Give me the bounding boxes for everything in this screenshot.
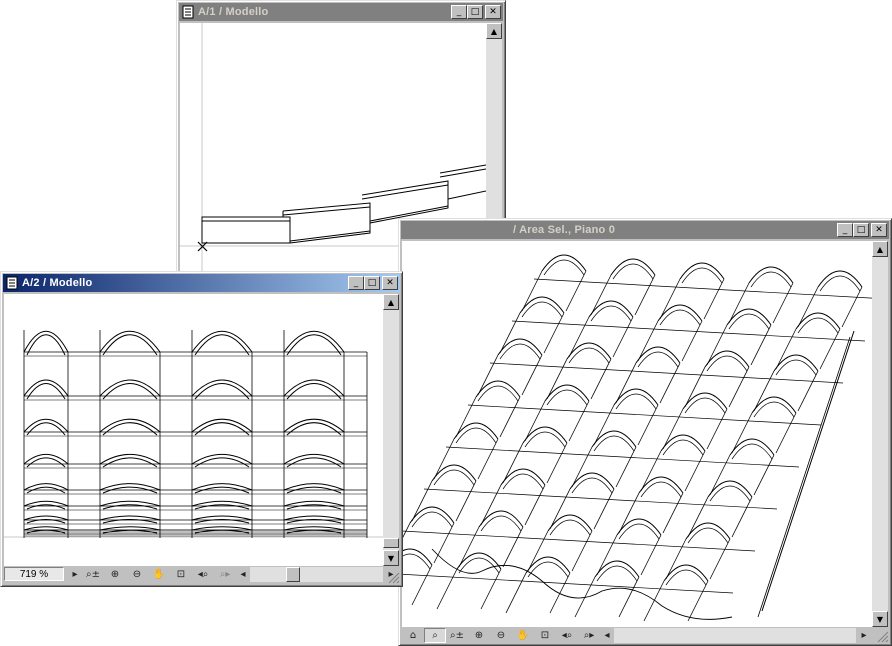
- zoom-out-icon[interactable]: ⊖: [490, 628, 512, 643]
- zoom-menu-icon[interactable]: ⌕±: [82, 567, 104, 582]
- zoom-window-icon[interactable]: ⌕: [424, 627, 446, 643]
- zoom-menu-icon[interactable]: ⌕±: [446, 628, 468, 643]
- resize-grip[interactable]: [386, 570, 400, 584]
- next-zoom-icon[interactable]: ⌕▸: [578, 628, 600, 643]
- maximize-button[interactable]: □: [364, 276, 380, 290]
- window-a2-titlebar[interactable]: A/2 / Modello _ □ ✕: [3, 274, 400, 292]
- window-a1-titlebar[interactable]: A/1 / Modello _ □ ✕: [179, 3, 503, 21]
- close-button[interactable]: ✕: [485, 5, 501, 19]
- document-icon: [182, 5, 194, 19]
- 3d-navigation-toolbar: ⌂ ⌕ ⌕± ⊕ ⊖ ✋ ⊡ ◂⌕ ⌕▸ ◂ ▸: [402, 627, 872, 643]
- zoom-level-field[interactable]: 719 %: [4, 567, 64, 581]
- zoom-in-icon[interactable]: ⊕: [104, 567, 126, 582]
- 3d-canvas[interactable]: [402, 241, 872, 627]
- scroll-left-icon[interactable]: ◂: [600, 628, 614, 643]
- 3d-vertical-scrollbar[interactable]: ▲ ▼: [872, 241, 888, 627]
- maximize-button[interactable]: □: [853, 223, 869, 237]
- close-button[interactable]: ✕: [382, 276, 398, 290]
- zoom-in-icon[interactable]: ⊕: [468, 628, 490, 643]
- window-3d-title: / Area Sel., Piano 0: [513, 224, 616, 236]
- window-a2-title: A/2 / Modello: [22, 277, 93, 289]
- zoom-dropdown-icon[interactable]: ▸: [68, 567, 82, 582]
- window-3d-titlebar[interactable]: / Area Sel., Piano 0 _ □ ✕: [401, 221, 889, 239]
- previous-zoom-icon[interactable]: ◂⌕: [556, 628, 578, 643]
- pan-hand-icon[interactable]: ✋: [512, 628, 534, 643]
- scroll-up-button[interactable]: ▲: [383, 294, 399, 310]
- fit-window-icon[interactable]: ⊡: [534, 628, 556, 643]
- a2-horizontal-scrollbar[interactable]: [250, 566, 383, 582]
- previous-zoom-icon[interactable]: ◂⌕: [192, 567, 214, 582]
- resize-grip[interactable]: [875, 629, 889, 643]
- 3d-camera-icon[interactable]: ⌂: [402, 628, 424, 643]
- scroll-down-button[interactable]: ▼: [872, 611, 888, 627]
- minimize-button[interactable]: _: [348, 276, 364, 290]
- zoom-out-icon[interactable]: ⊖: [126, 567, 148, 582]
- window-3d-view: / Area Sel., Piano 0 _ □ ✕ ▲ ▼ ⌂ ⌕ ⌕± ⊕ …: [398, 218, 892, 646]
- fit-window-icon[interactable]: ⊡: [170, 567, 192, 582]
- window-a2: A/2 / Modello _ □ ✕ ▲ ▼ 719 % ▸ ⌕± ⊕ ⊖ ✋…: [0, 271, 403, 587]
- minimize-button[interactable]: _: [451, 5, 467, 19]
- scroll-left-icon[interactable]: ◂: [236, 567, 250, 582]
- roof-tiles-3d-drawing: [402, 254, 872, 622]
- a2-vertical-scrollbar[interactable]: ▲ ▼: [383, 294, 399, 566]
- window-a1-title: A/1 / Modello: [198, 6, 269, 18]
- pan-hand-icon[interactable]: ✋: [148, 567, 170, 582]
- next-zoom-icon[interactable]: ⌕▸: [214, 567, 236, 582]
- a2-navigation-toolbar: 719 % ▸ ⌕± ⊕ ⊖ ✋ ⊡ ◂⌕ ⌕▸ ◂ ▸: [4, 566, 399, 582]
- scroll-up-button[interactable]: ▲: [872, 241, 888, 257]
- document-icon: [6, 276, 18, 290]
- roof-elevation-drawing: [4, 330, 383, 538]
- scroll-thumb[interactable]: [286, 566, 300, 582]
- scroll-up-button[interactable]: ▲: [486, 23, 502, 39]
- elevation-canvas[interactable]: [4, 294, 383, 566]
- scroll-down-button[interactable]: ▼: [383, 550, 399, 566]
- scroll-thumb[interactable]: [383, 538, 399, 548]
- maximize-button[interactable]: □: [467, 5, 483, 19]
- minimize-button[interactable]: _: [837, 223, 853, 237]
- 3d-horizontal-scrollbar[interactable]: [614, 627, 856, 643]
- scroll-right-icon[interactable]: ▸: [856, 628, 872, 643]
- close-button[interactable]: ✕: [871, 223, 887, 237]
